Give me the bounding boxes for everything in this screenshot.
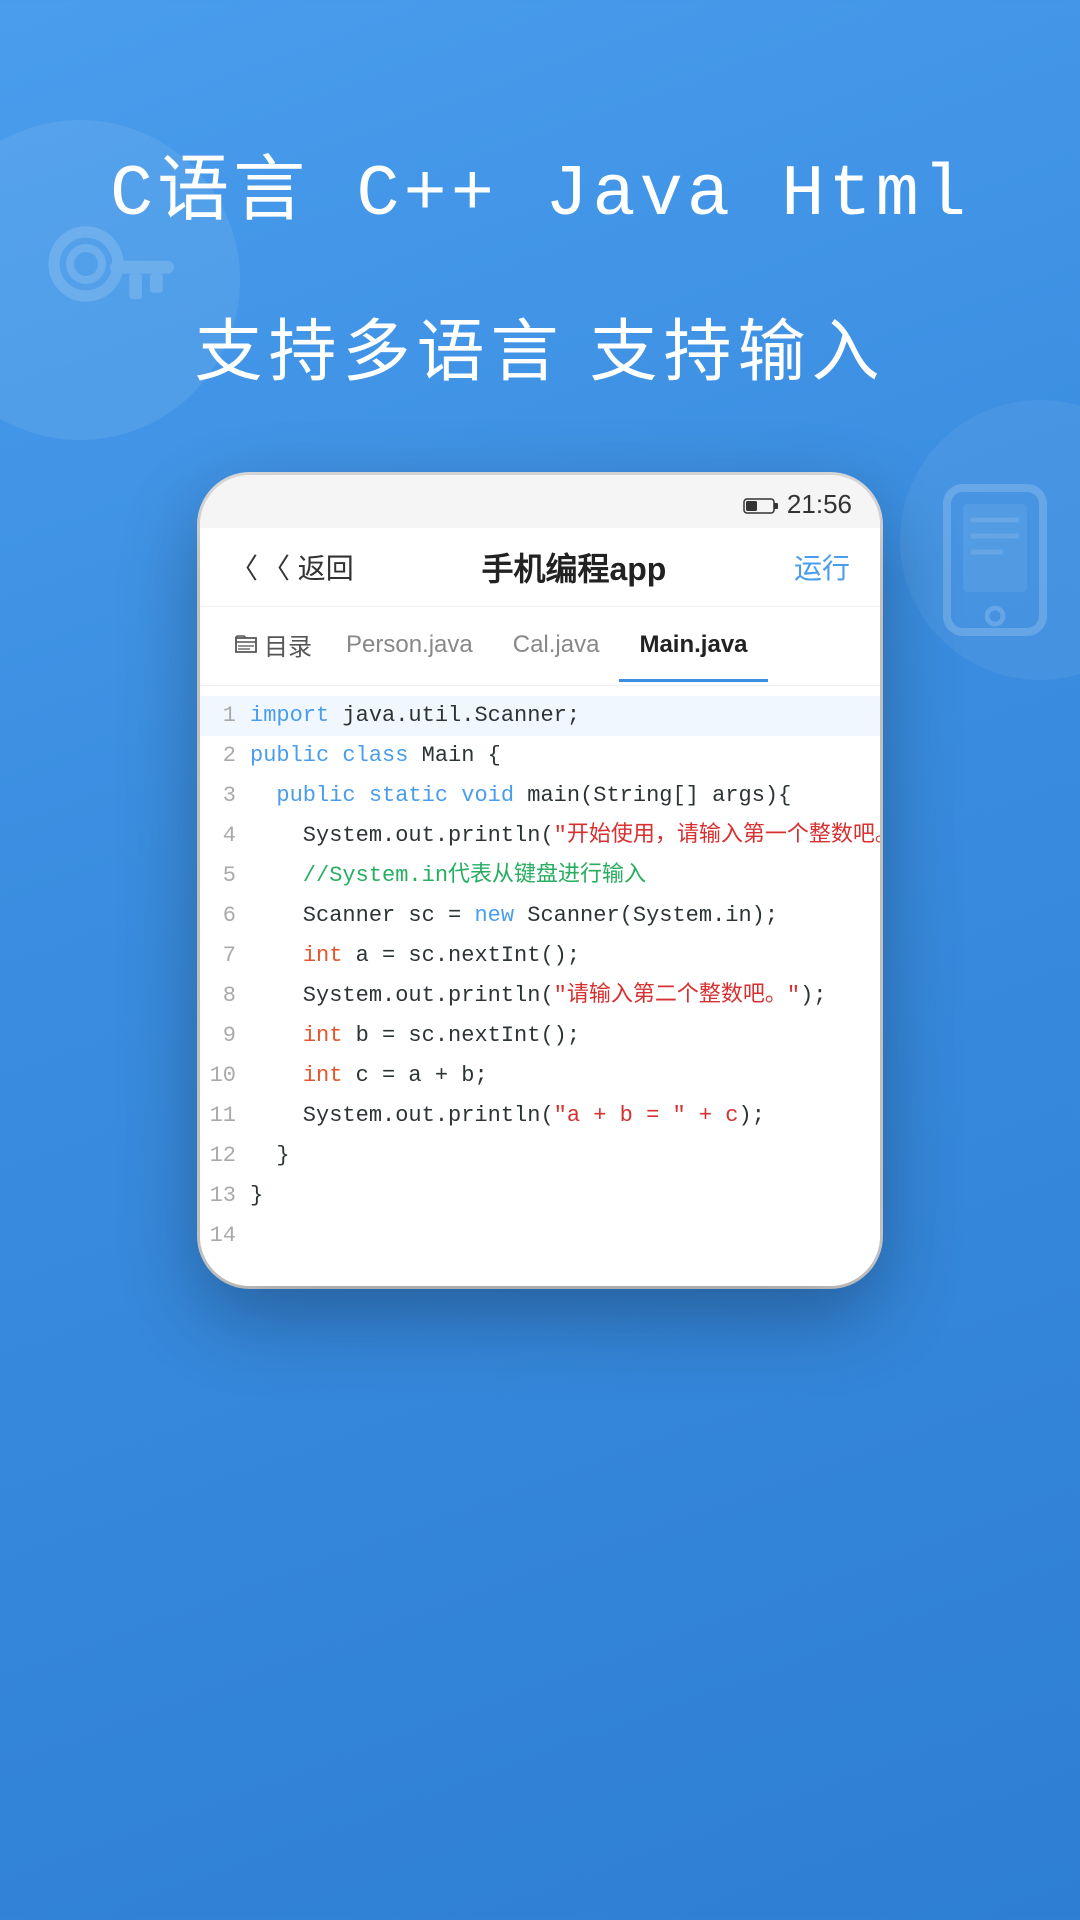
line-content-9: int b = sc.nextInt(); xyxy=(250,1019,880,1053)
line-number-10: 10 xyxy=(200,1059,250,1093)
directory-label: 目录 xyxy=(264,627,312,662)
line-content-13: } xyxy=(250,1179,880,1213)
tab-main-java-label: Main.java xyxy=(639,631,747,658)
line-content-10: int c = a + b; xyxy=(250,1059,880,1093)
line-number-6: 6 xyxy=(200,899,250,933)
tab-cal-java[interactable]: Cal.java xyxy=(493,611,620,682)
line-content-2: public class Main { xyxy=(250,739,880,773)
code-line-7: 7 int a = sc.nextInt(); xyxy=(200,936,880,976)
status-time: 21:56 xyxy=(787,489,852,520)
back-button[interactable]: 〈 〈 返回 xyxy=(230,547,354,587)
line-number-8: 8 xyxy=(200,979,250,1013)
status-bar: 27 21:56 xyxy=(200,475,880,528)
line-content-1: import java.util.Scanner; xyxy=(250,699,880,733)
code-line-10: 10 int c = a + b; xyxy=(200,1056,880,1096)
code-line-9: 9 int b = sc.nextInt(); xyxy=(200,1016,880,1056)
line-number-13: 13 xyxy=(200,1179,250,1213)
line-number-7: 7 xyxy=(200,939,250,973)
svg-text:27: 27 xyxy=(747,505,757,514)
back-label: 〈 返回 xyxy=(262,547,354,587)
code-line-5: 5 //System.in代表从键盘进行输入 xyxy=(200,856,880,896)
line-content-4: System.out.println("开始使用，请输入第一个整数吧。"); xyxy=(250,819,880,853)
line-content-5: //System.in代表从键盘进行输入 xyxy=(250,859,880,893)
code-line-1: 1import java.util.Scanner; xyxy=(200,696,880,736)
code-line-11: 11 System.out.println("a + b = " + c); xyxy=(200,1096,880,1136)
code-line-3: 3 public static void main(String[] args)… xyxy=(200,776,880,816)
line-content-11: System.out.println("a + b = " + c); xyxy=(250,1099,880,1133)
phone-mockup: 27 21:56 〈 〈 返回 手机编程app 运行 xyxy=(200,475,880,1286)
code-line-14: 14 xyxy=(200,1216,880,1256)
code-line-8: 8 System.out.println("请输入第二个整数吧。"); xyxy=(200,976,880,1016)
line-content-6: Scanner sc = new Scanner(System.in); xyxy=(250,899,880,933)
line-number-1: 1 xyxy=(200,699,250,733)
run-button[interactable]: 运行 xyxy=(794,547,850,587)
code-line-12: 12 } xyxy=(200,1136,880,1176)
line-content-3: public static void main(String[] args){ xyxy=(250,779,880,813)
app-title: 手机编程app xyxy=(481,544,666,590)
tab-person-java[interactable]: Person.java xyxy=(326,611,493,682)
line-number-3: 3 xyxy=(200,779,250,813)
code-editor[interactable]: 1import java.util.Scanner;2public class … xyxy=(200,686,880,1286)
hero-title: C语言 C++ Java Html xyxy=(0,130,1080,236)
tabs-bar: 目录 Person.java Cal.java Main.java xyxy=(200,607,880,686)
directory-icon xyxy=(234,634,258,656)
line-number-2: 2 xyxy=(200,739,250,773)
line-content-8: System.out.println("请输入第二个整数吧。"); xyxy=(250,979,880,1013)
tab-main-java[interactable]: Main.java xyxy=(619,611,767,682)
app-header: 〈 〈 返回 手机编程app 运行 xyxy=(200,528,880,607)
line-content-12: } xyxy=(250,1139,880,1173)
line-number-11: 11 xyxy=(200,1099,250,1133)
directory-tab[interactable]: 目录 xyxy=(220,607,326,685)
line-number-14: 14 xyxy=(200,1219,250,1253)
code-line-6: 6 Scanner sc = new Scanner(System.in); xyxy=(200,896,880,936)
phone-container: 27 21:56 〈 〈 返回 手机编程app 运行 xyxy=(0,475,1080,1286)
code-line-2: 2public class Main { xyxy=(200,736,880,776)
tab-person-java-label: Person.java xyxy=(346,631,473,658)
line-number-5: 5 xyxy=(200,859,250,893)
line-number-4: 4 xyxy=(200,819,250,853)
battery-indicator: 27 xyxy=(743,492,779,518)
hero-section: C语言 C++ Java Html 支持多语言 支持输入 xyxy=(0,0,1080,395)
back-chevron-icon: 〈 xyxy=(230,547,258,587)
code-line-4: 4 System.out.println("开始使用，请输入第一个整数吧。"); xyxy=(200,816,880,856)
line-number-9: 9 xyxy=(200,1019,250,1053)
code-line-13: 13} xyxy=(200,1176,880,1216)
line-content-7: int a = sc.nextInt(); xyxy=(250,939,880,973)
tab-cal-java-label: Cal.java xyxy=(513,631,600,658)
hero-subtitle: 支持多语言 支持输入 xyxy=(0,296,1080,395)
line-number-12: 12 xyxy=(200,1139,250,1173)
